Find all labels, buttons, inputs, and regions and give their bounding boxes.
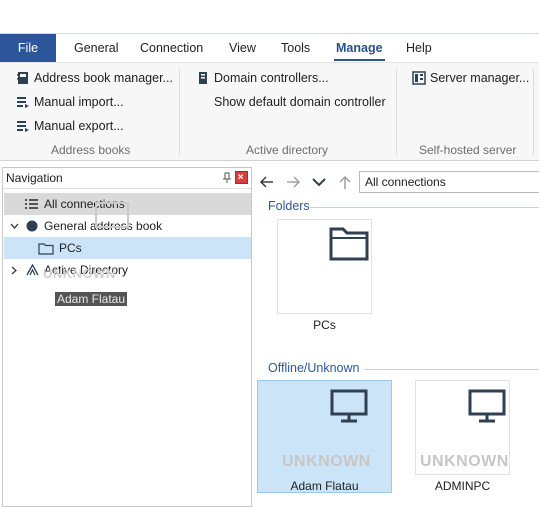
forward-arrow-icon[interactable] xyxy=(285,174,301,190)
group-separator xyxy=(179,69,180,155)
tree-item-label: PCs xyxy=(59,241,82,255)
tab-general[interactable]: General xyxy=(70,34,122,62)
group-label-address-books: Address books xyxy=(51,143,131,157)
group-label-self-hosted-server: Self-hosted server xyxy=(419,143,517,157)
device-status: UNKNOWN xyxy=(282,453,371,470)
group-label-active-directory: Active directory xyxy=(246,143,329,157)
back-arrow-icon[interactable] xyxy=(259,174,275,190)
manual-export-label: Manual export... xyxy=(34,119,124,133)
close-icon[interactable] xyxy=(235,171,248,184)
list-icon xyxy=(25,199,38,209)
title-bar xyxy=(0,0,539,34)
tree-item-active-directory[interactable]: Active Directory xyxy=(4,259,251,281)
group-separator xyxy=(533,69,534,155)
device-tile-label: ADMINPC xyxy=(434,479,491,493)
tab-file[interactable]: File xyxy=(0,34,56,62)
folder-icon xyxy=(38,243,54,255)
show-default-domain-controller-label: Show default domain controller xyxy=(214,95,386,109)
tab-connection[interactable]: Connection xyxy=(136,34,207,62)
chevron-down-icon[interactable] xyxy=(10,223,19,229)
up-arrow-icon[interactable] xyxy=(337,174,353,190)
server-icon xyxy=(199,72,207,84)
folder-icon xyxy=(329,227,369,261)
group-separator xyxy=(396,69,397,155)
active-directory-icon xyxy=(26,264,39,276)
drag-ghost-label: Adam Flatau xyxy=(55,292,128,306)
tab-view[interactable]: View xyxy=(225,34,260,62)
pin-icon[interactable] xyxy=(221,172,233,184)
navigation-header: Navigation xyxy=(3,168,251,189)
tree-item-pcs[interactable]: PCs xyxy=(4,237,251,259)
tab-manage[interactable]: Manage xyxy=(332,34,387,62)
tab-tools[interactable]: Tools xyxy=(277,34,314,62)
tab-help[interactable]: Help xyxy=(402,34,436,62)
section-header-offline-unknown: Offline/Unknown xyxy=(268,361,360,375)
address-book-icon xyxy=(26,220,38,232)
device-tile-label: Adam Flatau xyxy=(290,479,359,493)
navigation-title: Navigation xyxy=(6,171,63,185)
folder-tile-label: PCs xyxy=(313,318,336,332)
section-divider xyxy=(310,207,539,208)
address-input[interactable]: All connections xyxy=(359,171,539,193)
navigation-pane: Navigation All connections General addre xyxy=(2,167,252,507)
address-bar: All connections xyxy=(256,168,539,196)
device-tile-adminpc[interactable]: UNKNOWN xyxy=(415,380,510,475)
address-book-icon xyxy=(17,72,28,84)
domain-controllers-label: Domain controllers... xyxy=(214,71,329,85)
server-manager-icon xyxy=(412,71,426,85)
manual-import-label: Manual import... xyxy=(34,95,124,109)
import-icon xyxy=(17,97,29,108)
monitor-icon xyxy=(330,389,368,423)
chevron-down-icon[interactable] xyxy=(311,174,327,190)
server-manager-label: Server manager... xyxy=(430,71,530,85)
device-status: UNKNOWN xyxy=(420,453,509,470)
section-header-folders: Folders xyxy=(268,199,310,213)
ribbon-tabs: File General Connection View Tools Manag… xyxy=(0,34,539,62)
folder-tile-pcs[interactable] xyxy=(277,219,372,314)
device-tile-adam-flatau[interactable]: UNKNOWN Adam Flatau xyxy=(257,380,392,493)
monitor-icon xyxy=(468,389,506,423)
section-divider xyxy=(364,369,539,370)
export-icon xyxy=(17,121,29,132)
chevron-right-icon[interactable] xyxy=(11,266,17,275)
drag-ghost-status: UNKNOWN xyxy=(43,266,116,281)
ribbon-panel: Address book manager... Manual import...… xyxy=(0,62,539,161)
drag-ghost-monitor-icon xyxy=(95,202,129,228)
address-book-manager-label: Address book manager... xyxy=(34,71,173,85)
